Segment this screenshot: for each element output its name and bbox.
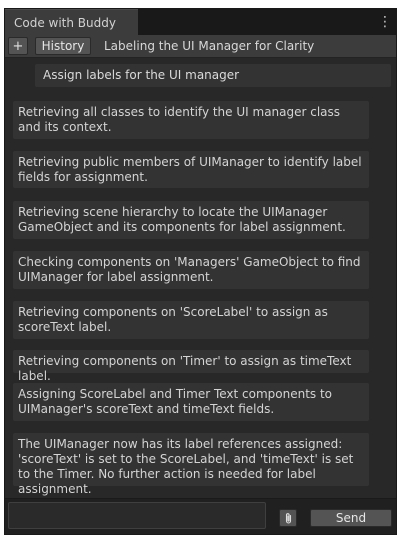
code-with-buddy-window: Code with Buddy ⋮ + History Labeling the…: [4, 8, 397, 535]
toolbar: + History Labeling the UI Manager for Cl…: [5, 35, 396, 58]
prompt-input[interactable]: [8, 502, 266, 529]
history-button[interactable]: History: [35, 37, 91, 55]
assistant-message: Retrieving all classes to identify the U…: [13, 101, 369, 139]
tab-strip: Code with Buddy ⋮: [5, 9, 396, 35]
send-button[interactable]: Send: [310, 509, 392, 527]
assistant-message: Assigning ScoreLabel and Timer Text comp…: [13, 383, 369, 421]
composer-bar: Send: [5, 498, 396, 534]
user-message: Assign labels for the UI manager: [35, 64, 391, 87]
assistant-message: Retrieving scene hierarchy to locate the…: [13, 201, 369, 239]
attach-button[interactable]: [279, 509, 297, 527]
message-list[interactable]: Assign labels for the UI manager Retriev…: [5, 58, 396, 498]
assistant-message: Retrieving components on 'Timer' to assi…: [13, 350, 369, 383]
assistant-message: Checking components on 'Managers' GameOb…: [13, 251, 369, 289]
assistant-message: Retrieving components on 'ScoreLabel' to…: [13, 301, 369, 339]
conversation-title: Labeling the UI Manager for Clarity: [104, 39, 315, 53]
assistant-message: The UIManager now has its label referenc…: [13, 433, 369, 496]
kebab-menu-icon[interactable]: ⋮: [378, 13, 392, 31]
assistant-message: Retrieving public members of UIManager t…: [13, 151, 369, 188]
tab-code-with-buddy[interactable]: Code with Buddy: [5, 9, 138, 35]
new-conversation-button[interactable]: +: [8, 37, 28, 55]
paperclip-icon: [285, 513, 292, 524]
